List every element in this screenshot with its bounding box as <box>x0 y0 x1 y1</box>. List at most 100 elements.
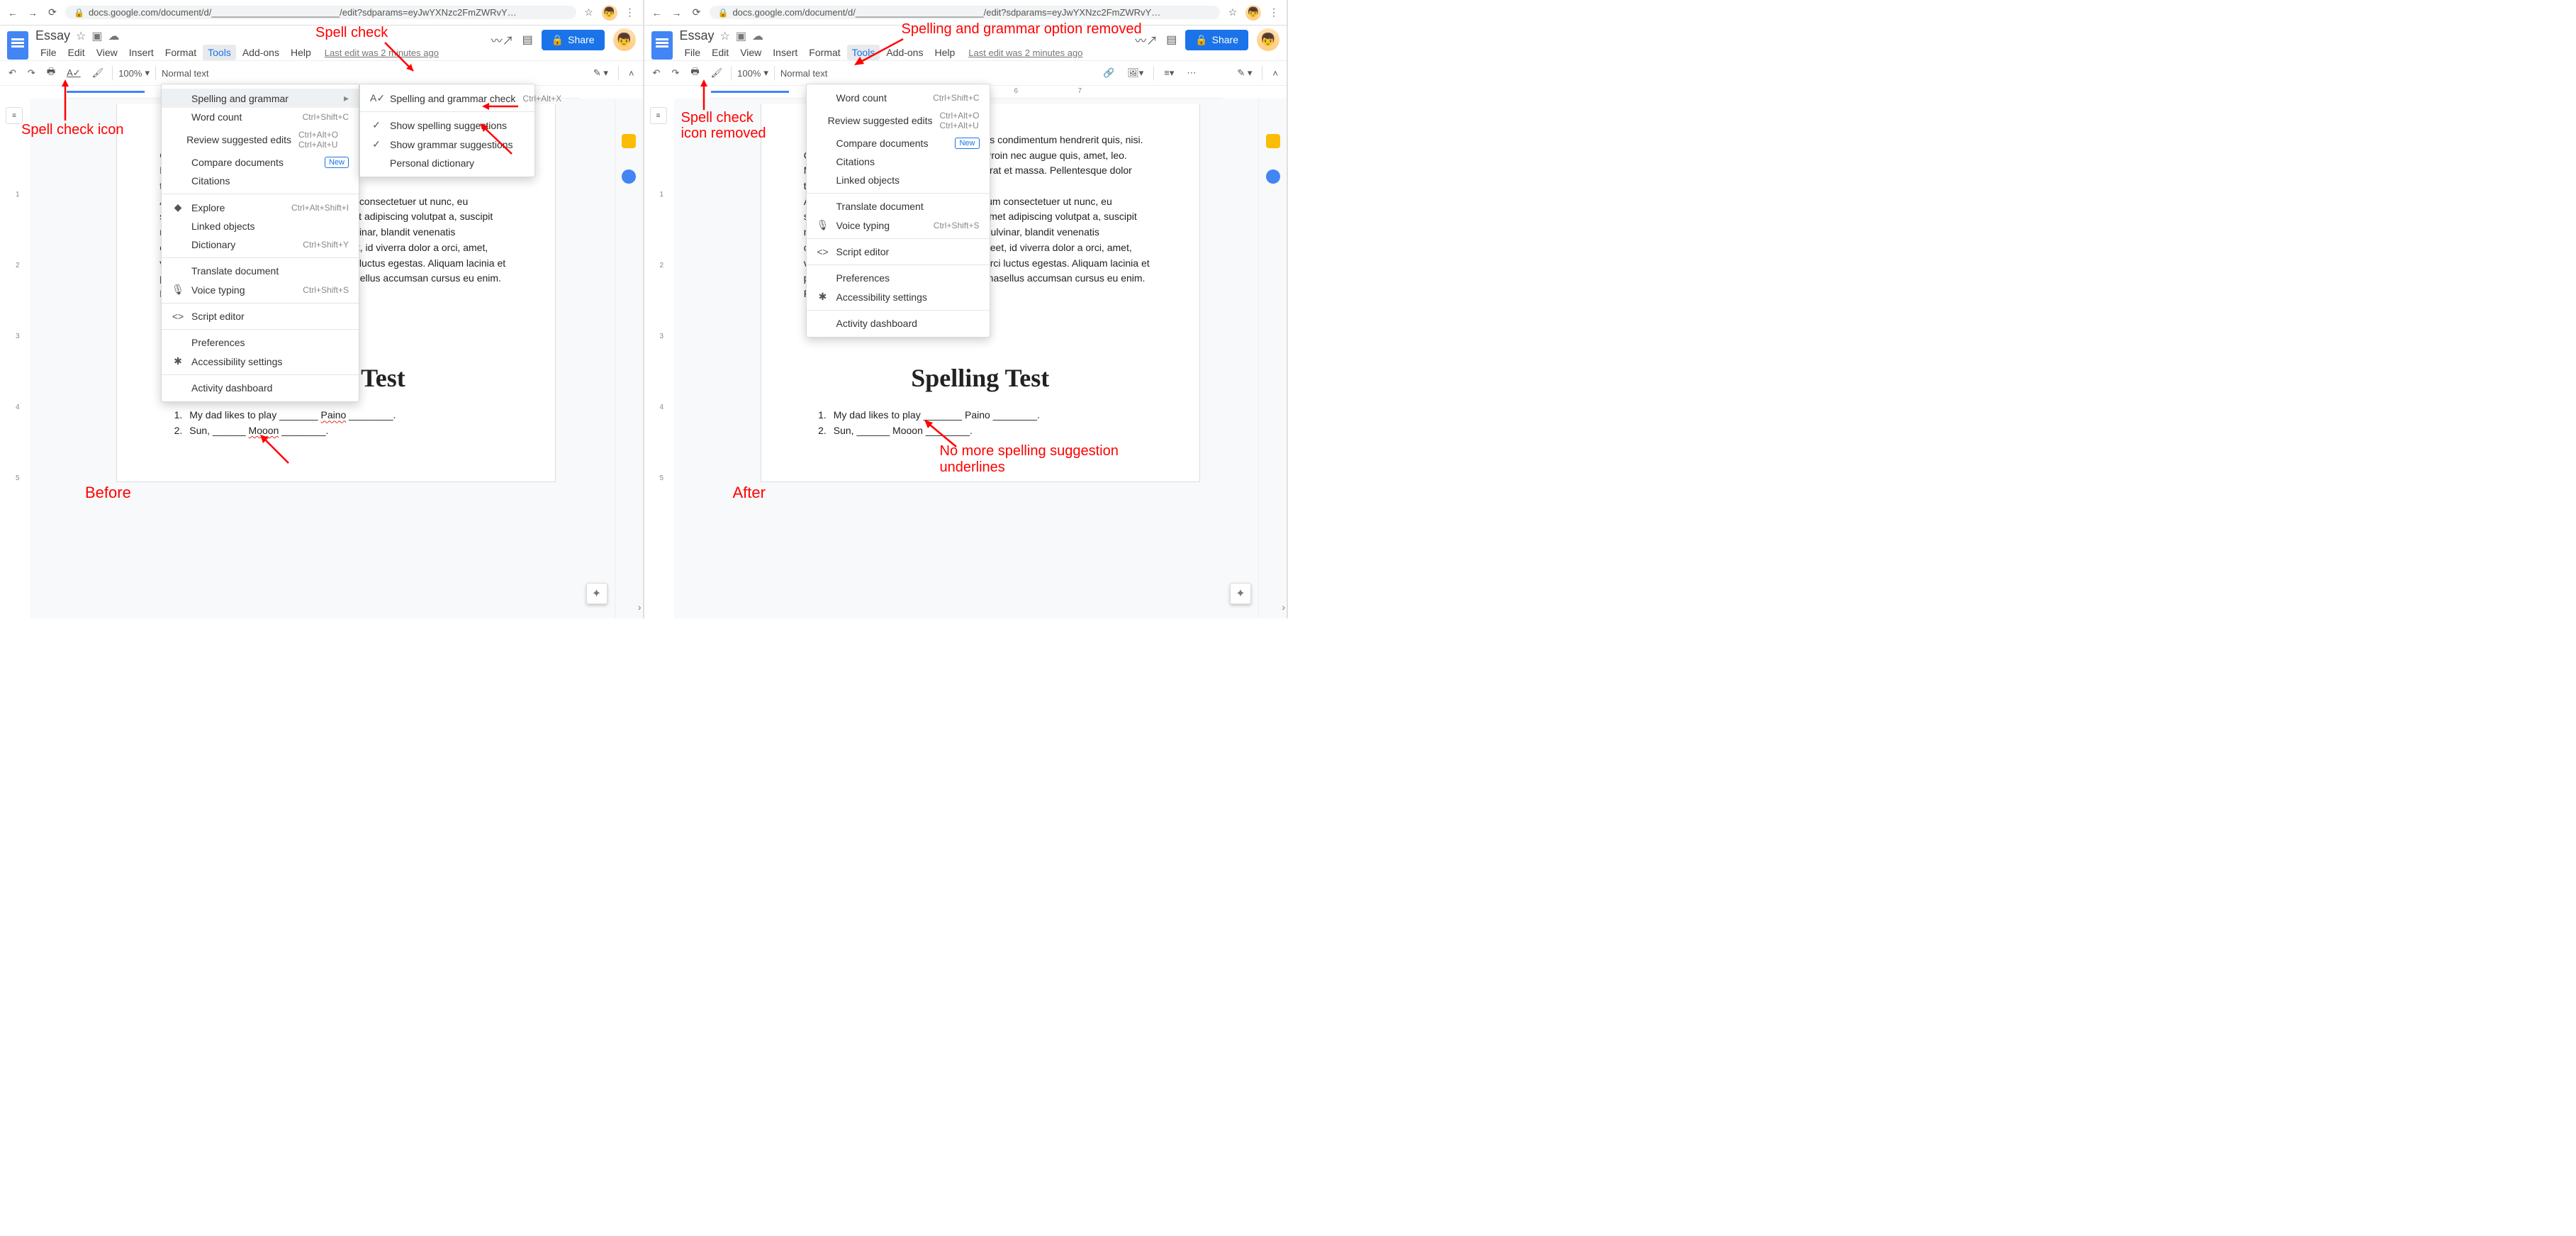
outline-icon[interactable]: ≡ <box>6 107 23 124</box>
trend-icon[interactable]: 〰↗ <box>491 31 514 48</box>
menu-review-edits[interactable]: Review suggested editsCtrl+Alt+O Ctrl+Al… <box>807 107 990 134</box>
menu-tools[interactable]: Tools <box>203 45 236 60</box>
docs-header: Essay ☆ ▣ ☁ File Edit View Insert Format… <box>0 26 643 60</box>
menu-word-count[interactable]: Word countCtrl+Shift+C <box>807 89 990 107</box>
menu-prefs[interactable]: Preferences <box>162 333 359 352</box>
menu-translate[interactable]: Translate document <box>807 197 990 216</box>
menu-edit[interactable]: Edit <box>707 45 734 60</box>
share-button[interactable]: 🔒 Share <box>542 30 605 50</box>
menu-linked[interactable]: Linked objects <box>807 171 990 189</box>
zoom-select[interactable]: 100%▾ <box>737 67 768 79</box>
docs-logo-icon[interactable] <box>7 31 28 60</box>
doc-title[interactable]: Essay <box>35 28 70 43</box>
cloud-icon[interactable]: ☁ <box>108 29 120 43</box>
menu-access[interactable]: ✱Accessibility settings <box>162 352 359 371</box>
editing-mode-icon[interactable]: ✎ ▾ <box>1234 65 1255 81</box>
nav-back-icon[interactable]: ← <box>6 7 20 18</box>
more-icon[interactable]: ⋮ <box>1267 6 1281 18</box>
menu-explore[interactable]: ◆ExploreCtrl+Alt+Shift+I <box>162 198 359 217</box>
menu-file[interactable]: File <box>680 45 706 60</box>
menu-translate[interactable]: Translate document <box>162 262 359 280</box>
nav-back-icon[interactable]: ← <box>650 7 664 18</box>
url-text: docs.google.com/document/d/_____________… <box>89 7 517 18</box>
menu-citations[interactable]: Citations <box>807 152 990 171</box>
tasks-icon[interactable] <box>1266 169 1280 184</box>
align-icon[interactable]: ≡▾ <box>1161 65 1177 81</box>
menu-script[interactable]: <>Script editor <box>162 307 359 325</box>
menu-prefs[interactable]: Preferences <box>807 269 990 287</box>
zoom-select[interactable]: 100%▾ <box>118 67 150 79</box>
menu-review-edits[interactable]: Review suggested editsCtrl+Alt+O Ctrl+Al… <box>162 126 359 153</box>
menu-view[interactable]: View <box>735 45 766 60</box>
tasks-icon[interactable] <box>622 169 636 184</box>
ext-avatar-icon[interactable]: 👦 <box>602 5 617 21</box>
redo-icon[interactable]: ↷ <box>668 65 682 81</box>
style-select[interactable]: Normal text <box>780 68 830 79</box>
paint-format-icon[interactable]: 🖌 <box>89 65 107 81</box>
keep-icon[interactable] <box>622 134 636 148</box>
share-button[interactable]: 🔒 Share <box>1185 30 1248 50</box>
move-icon[interactable]: ▣ <box>91 29 102 43</box>
menu-word-count[interactable]: Word countCtrl+Shift+C <box>162 108 359 126</box>
menu-access[interactable]: ✱Accessibility settings <box>807 287 990 306</box>
menu-citations[interactable]: Citations <box>162 172 359 190</box>
comments-icon[interactable]: ▤ <box>1166 33 1177 47</box>
editing-mode-icon[interactable]: ✎ ▾ <box>590 65 611 81</box>
menu-voice[interactable]: 🎙Voice typingCtrl+Shift+S <box>162 280 359 299</box>
collapse-icon[interactable]: ˄ <box>1270 66 1281 81</box>
undo-icon[interactable]: ↶ <box>650 65 663 81</box>
menu-insert[interactable]: Insert <box>768 45 802 60</box>
user-avatar-icon[interactable]: 👦 <box>1257 28 1279 51</box>
last-edit-link[interactable]: Last edit was 2 minutes ago <box>968 48 1082 58</box>
omnibox[interactable]: 🔒 docs.google.com/document/d/___________… <box>710 6 1221 19</box>
menu-voice[interactable]: 🎙Voice typingCtrl+Shift+S <box>807 216 990 235</box>
style-select[interactable]: Normal text <box>162 68 211 79</box>
star-doc-icon[interactable]: ☆ <box>76 29 86 43</box>
doc-title[interactable]: Essay <box>680 28 715 43</box>
docs-logo-icon[interactable] <box>651 31 673 60</box>
menu-insert[interactable]: Insert <box>124 45 159 60</box>
explore-fab-icon[interactable]: ✦ <box>586 583 607 604</box>
menu-script[interactable]: <>Script editor <box>807 243 990 261</box>
undo-icon[interactable]: ↶ <box>6 65 19 81</box>
nav-reload-icon[interactable]: ⟳ <box>690 6 704 18</box>
cloud-icon[interactable]: ☁ <box>752 29 763 43</box>
collapse-icon[interactable]: ˄ <box>626 66 637 81</box>
star-icon[interactable]: ☆ <box>582 6 596 18</box>
menu-format[interactable]: Format <box>160 45 201 60</box>
menu-help[interactable]: Help <box>286 45 316 60</box>
link-icon[interactable]: 🔗 <box>1100 65 1117 81</box>
menu-dictionary[interactable]: DictionaryCtrl+Shift+Y <box>162 235 359 254</box>
menu-help[interactable]: Help <box>929 45 960 60</box>
move-icon[interactable]: ▣ <box>736 29 746 43</box>
star-icon[interactable]: ☆ <box>1226 6 1240 18</box>
nav-fwd-icon[interactable]: → <box>670 7 684 18</box>
menu-compare[interactable]: Compare documentsNew <box>162 153 359 172</box>
outline-icon[interactable]: ≡ <box>650 107 667 124</box>
user-avatar-icon[interactable]: 👦 <box>613 28 636 51</box>
menu-view[interactable]: View <box>91 45 123 60</box>
omnibox[interactable]: 🔒 docs.google.com/document/d/___________… <box>65 6 576 19</box>
nav-reload-icon[interactable]: ⟳ <box>45 6 60 18</box>
more-toolbar-icon[interactable]: ⋯ <box>1184 65 1199 81</box>
ext-avatar-icon[interactable]: 👦 <box>1245 5 1261 21</box>
menu-edit[interactable]: Edit <box>63 45 90 60</box>
redo-icon[interactable]: ↷ <box>25 65 38 81</box>
more-icon[interactable]: ⋮ <box>623 6 637 18</box>
menu-linked[interactable]: Linked objects <box>162 217 359 235</box>
menu-format[interactable]: Format <box>804 45 845 60</box>
image-icon[interactable]: 🖼▾ <box>1124 65 1146 81</box>
keep-icon[interactable] <box>1266 134 1280 148</box>
menu-spelling-grammar[interactable]: Spelling and grammar▸ <box>162 89 359 108</box>
list-item: 1. My dad likes to play _______ Paino __… <box>815 408 1157 423</box>
menu-compare[interactable]: Compare documentsNew <box>807 134 990 152</box>
menu-activity[interactable]: Activity dashboard <box>807 314 990 333</box>
menu-file[interactable]: File <box>35 45 62 60</box>
comments-icon[interactable]: ▤ <box>522 33 533 47</box>
trend-icon[interactable]: 〰↗ <box>1135 31 1158 48</box>
menu-activity[interactable]: Activity dashboard <box>162 379 359 397</box>
explore-fab-icon[interactable]: ✦ <box>1230 583 1251 604</box>
star-doc-icon[interactable]: ☆ <box>720 29 730 43</box>
menu-addons[interactable]: Add-ons <box>237 45 284 60</box>
nav-fwd-icon[interactable]: → <box>26 7 40 18</box>
